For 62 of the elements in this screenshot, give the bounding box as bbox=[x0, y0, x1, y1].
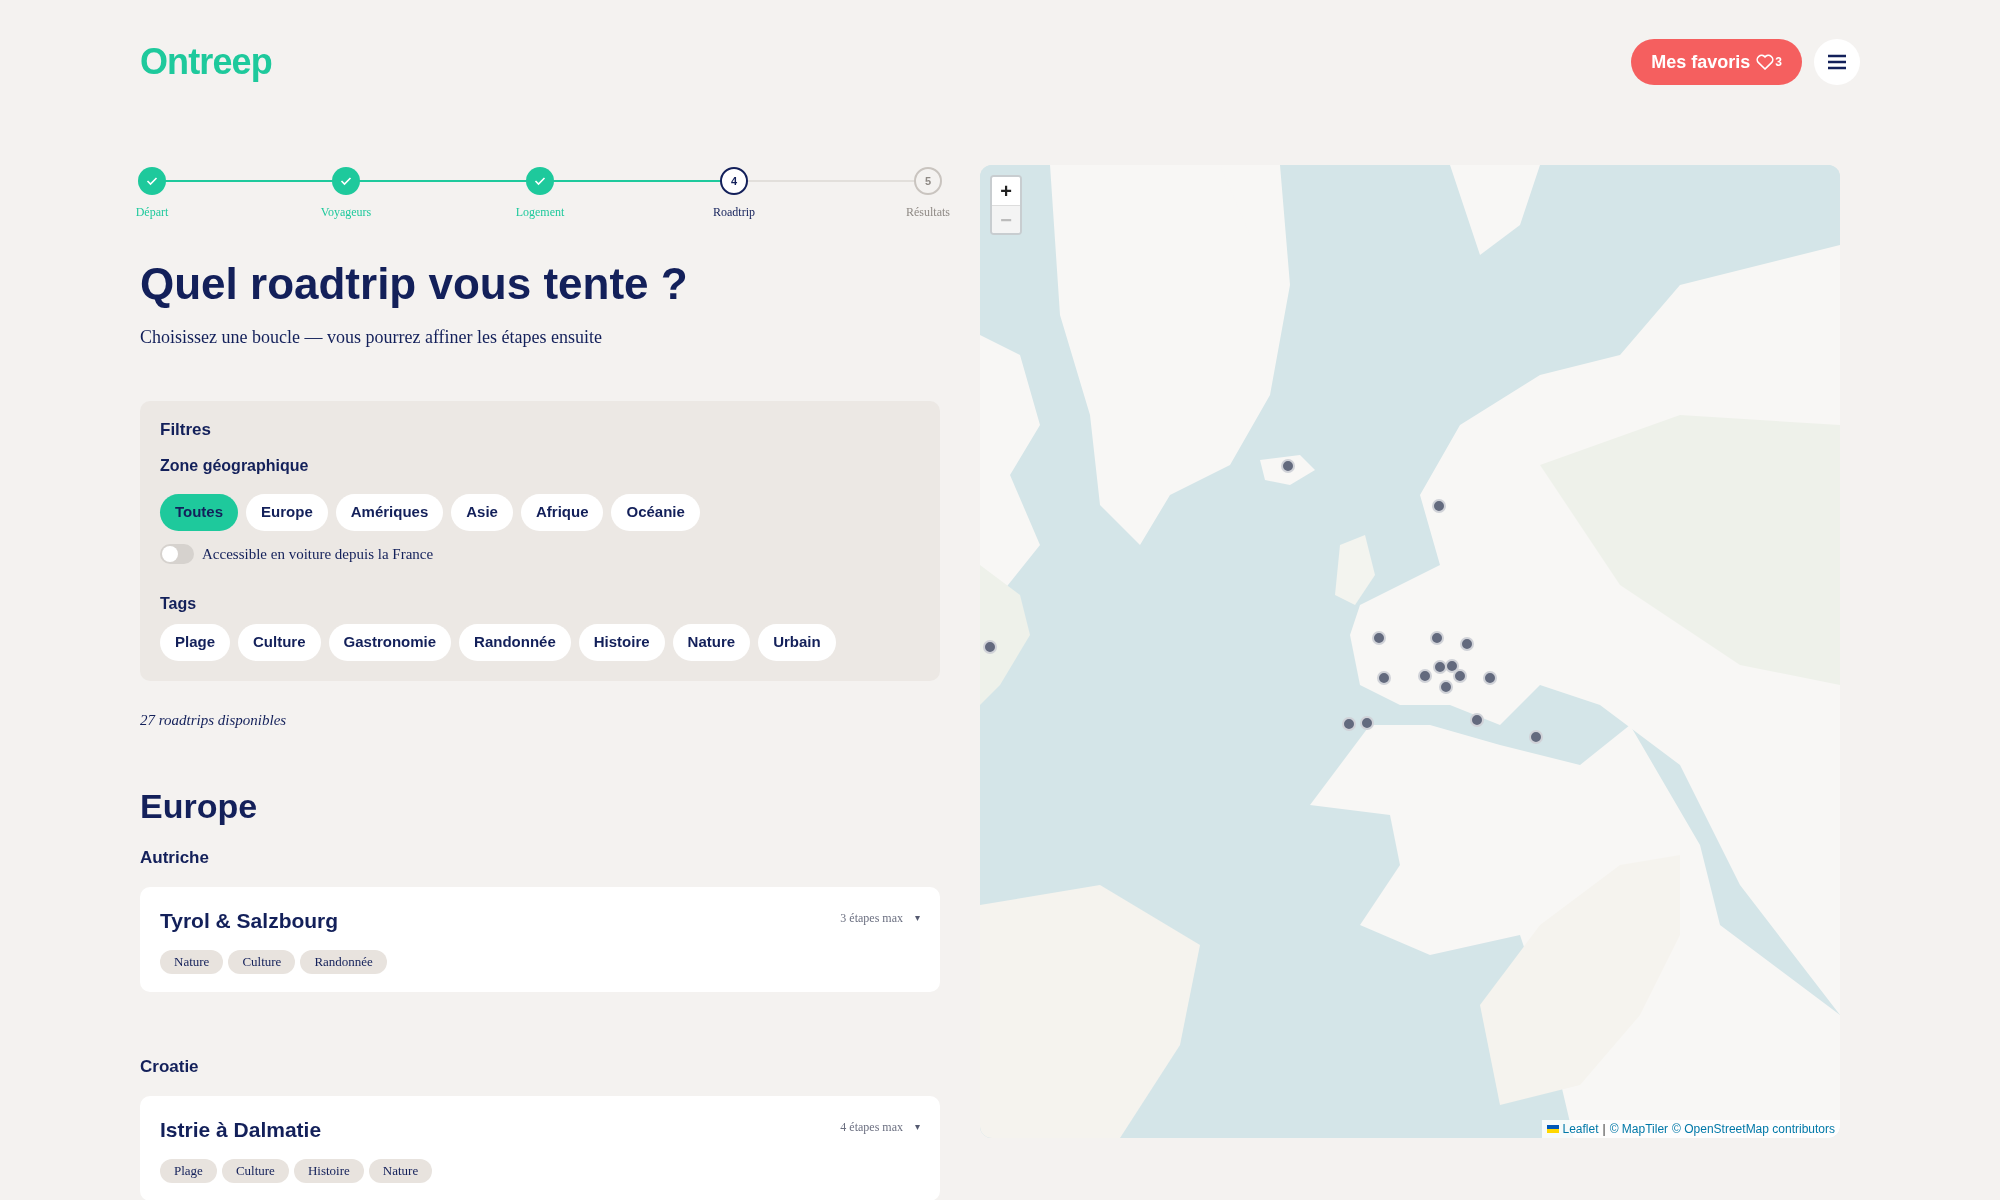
attribution-link[interactable]: © OpenStreetMap contributors bbox=[1672, 1120, 1835, 1138]
tag-chip[interactable]: Histoire bbox=[578, 623, 665, 661]
tags-heading: Tags bbox=[160, 593, 198, 614]
step-done-marker[interactable] bbox=[526, 167, 554, 195]
attribution-link[interactable]: Leaflet bbox=[1562, 1120, 1599, 1138]
page-subtitle: Choisissez une boucle — vous pourrez affiner les étapes ensuite bbox=[140, 325, 604, 349]
zone-heading: Zone géographique bbox=[160, 456, 310, 477]
flag-icon bbox=[1546, 1125, 1559, 1133]
check-icon bbox=[534, 176, 546, 186]
trip-card[interactable]: Tyrol & Salzbourg 3 étapes max ▾ Nature Culture Randonnée bbox=[140, 886, 940, 993]
trip-tag: Histoire bbox=[293, 1159, 364, 1184]
step-label: Départ bbox=[135, 204, 169, 221]
zone-chip[interactable]: Océanie bbox=[611, 494, 700, 532]
tag-chip[interactable]: Culture bbox=[238, 623, 321, 661]
caret-icon[interactable]: ▾ bbox=[915, 910, 920, 926]
country-heading: Croatie bbox=[140, 1056, 200, 1079]
stages-label: 3 étapes max bbox=[840, 909, 903, 927]
attribution-separator: | bbox=[1602, 1121, 1606, 1138]
page-title: Quel roadtrip vous tente ? bbox=[140, 259, 689, 310]
toggle-switch[interactable] bbox=[160, 544, 194, 565]
zone-chip[interactable]: Asie bbox=[451, 494, 513, 532]
zone-chip[interactable]: Europe bbox=[246, 494, 328, 532]
tag-chip[interactable]: Urbain bbox=[758, 623, 836, 661]
step-label: Roadtrip bbox=[713, 204, 755, 221]
tag-chip[interactable]: Gastronomie bbox=[328, 623, 452, 661]
heart-icon bbox=[1756, 54, 1775, 70]
toggle-label: Accessible en voiture depuis la France bbox=[202, 545, 434, 565]
step-label: Logement bbox=[515, 204, 565, 221]
favorites-count: 3 bbox=[1775, 54, 1782, 71]
step-label: Voyageurs bbox=[320, 204, 372, 221]
menu-icon bbox=[1827, 54, 1847, 70]
stages-label: 4 étapes max bbox=[840, 1118, 903, 1136]
tag-chip[interactable]: Nature bbox=[672, 623, 751, 661]
trip-tag: Culture bbox=[221, 1159, 289, 1184]
zone-chip[interactable]: Afrique bbox=[520, 494, 604, 532]
trip-tag: Nature bbox=[160, 950, 224, 975]
check-icon bbox=[340, 176, 352, 186]
step-label: Résultats bbox=[906, 204, 950, 221]
trip-card[interactable]: Istrie à Dalmatie 4 étapes max ▾ Plage Culture Histoire Nature bbox=[140, 1095, 940, 1200]
section-heading: Europe bbox=[140, 789, 259, 824]
zone-chip[interactable]: Toutes bbox=[160, 494, 239, 532]
map-marker[interactable] bbox=[1453, 669, 1467, 683]
trip-tag: Nature bbox=[368, 1159, 433, 1184]
step-done-marker[interactable] bbox=[332, 167, 360, 195]
check-icon bbox=[146, 176, 158, 186]
trip-tag: Culture bbox=[228, 950, 296, 975]
results-count: 27 roadtrips disponibles bbox=[140, 710, 288, 730]
country-heading: Autriche bbox=[140, 847, 210, 870]
map-marker[interactable] bbox=[1445, 659, 1459, 673]
trip-tag: Randonnée bbox=[300, 950, 387, 975]
attribution-link[interactable]: © MapTiler bbox=[1609, 1120, 1669, 1138]
step-done-marker[interactable] bbox=[138, 167, 166, 195]
filters-heading: Filtres bbox=[160, 418, 213, 441]
zone-chip[interactable]: Amériques bbox=[335, 494, 444, 532]
tag-chip[interactable]: Randonnée bbox=[459, 623, 571, 661]
menu-button[interactable] bbox=[1814, 39, 1860, 85]
trip-tag: Plage bbox=[160, 1159, 217, 1184]
trip-title: Istrie à Dalmatie bbox=[160, 1116, 322, 1143]
step-number[interactable]: 4 bbox=[720, 167, 748, 195]
caret-icon[interactable]: ▾ bbox=[915, 1119, 920, 1135]
tag-chip[interactable]: Plage bbox=[160, 623, 231, 661]
trip-title: Tyrol & Salzbourg bbox=[160, 907, 339, 934]
